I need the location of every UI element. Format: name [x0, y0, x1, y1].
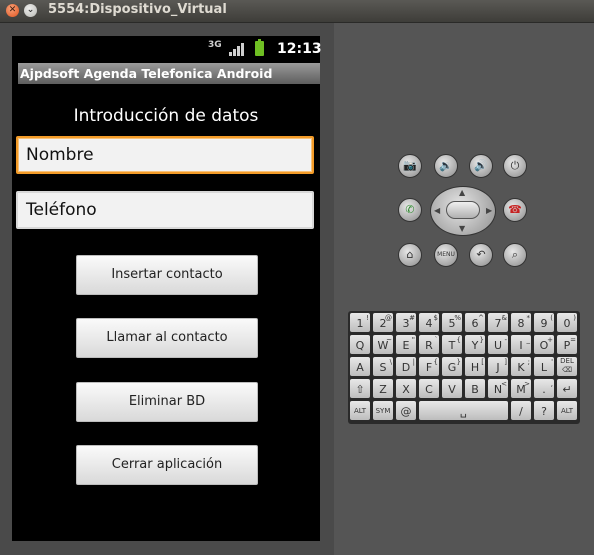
telefono-input[interactable]: Teléfono [16, 191, 314, 229]
close-window-button[interactable]: ✕ [6, 4, 19, 17]
camera-button[interactable]: 📷 [398, 154, 422, 178]
dpad-center-button[interactable] [446, 201, 480, 219]
key-s[interactable]: \ S [373, 357, 393, 376]
backspace-icon: ⌫ [562, 366, 572, 374]
key-question[interactable]: ? [534, 401, 554, 420]
intro-heading: Introducción de datos [73, 106, 259, 126]
key-space[interactable]: ␣ [419, 401, 508, 420]
home-icon: ⌂ [406, 248, 414, 261]
signal-strength-icon [229, 43, 244, 56]
power-icon: ⏻ [510, 159, 520, 172]
key-enter[interactable]: ↵ [557, 379, 577, 398]
key-n[interactable]: < N [488, 379, 508, 398]
end-call-icon: ☎ [508, 203, 522, 216]
window-titlebar: ✕ ⌄ 5554:Dispositivo_Virtual [0, 0, 594, 23]
key-period[interactable]: ,. [534, 379, 554, 398]
key-b[interactable]: B [465, 379, 485, 398]
key-a[interactable]: A [350, 357, 370, 376]
menu-label: MENU [437, 251, 455, 258]
key-slash[interactable]: / [511, 401, 531, 420]
battery-icon [255, 41, 264, 56]
key-c[interactable]: C [419, 379, 439, 398]
end-call-button[interactable]: ☎ [503, 198, 527, 222]
network-3g-icon: 3G [208, 40, 222, 50]
key-m[interactable]: > M [511, 379, 531, 398]
menu-button[interactable]: MENU [434, 243, 458, 267]
key-alt-right[interactable]: ALT [557, 401, 577, 420]
camera-icon: 📷 [403, 159, 417, 172]
phone-screen: 3G 12:13 Ajpdsoft Agenda Telefonica Andr… [12, 36, 322, 541]
key-alt-left[interactable]: ALT [350, 401, 370, 420]
key-g[interactable]: } G [442, 357, 462, 376]
back-icon: ↶ [476, 248, 486, 261]
dpad-down-icon: ▼ [459, 224, 466, 233]
search-button[interactable]: ⌕ [503, 243, 527, 267]
key-z[interactable]: Z [373, 379, 393, 398]
back-button[interactable]: ↶ [469, 243, 493, 267]
space-icon: ␣ [460, 405, 467, 418]
call-contact-button[interactable]: Llamar al contacto [76, 318, 258, 358]
home-button[interactable]: ⌂ [398, 243, 422, 267]
window-title: 5554:Dispositivo_Virtual [48, 2, 227, 17]
dpad-right-icon: ▶ [486, 206, 493, 215]
dpad-up-icon: ▲ [459, 188, 466, 197]
enter-icon: ↵ [562, 383, 572, 396]
key-p[interactable]: = P [557, 335, 577, 354]
key-1[interactable]: ! 1 [350, 313, 370, 332]
volume-up-button[interactable]: 🔊 [469, 154, 493, 178]
close-app-button[interactable]: Cerrar aplicación [76, 445, 258, 485]
volume-down-icon: 🔉 [439, 159, 453, 172]
volume-up-icon: 🔊 [474, 159, 488, 172]
key-sym[interactable]: SYM [373, 401, 393, 420]
call-button[interactable]: ✆ [398, 198, 422, 222]
key-q[interactable]: Q [350, 335, 370, 354]
shift-icon: ⇧ [355, 383, 365, 396]
key-f[interactable]: {F [419, 357, 439, 376]
key-del[interactable]: DEL ⌫ [557, 357, 577, 376]
device-controls-panel [334, 23, 594, 555]
key-at[interactable]: @ [396, 401, 416, 420]
minimize-window-button[interactable]: ⌄ [24, 4, 37, 17]
delete-db-button[interactable]: Eliminar BD [76, 382, 258, 422]
key-x[interactable]: X [396, 379, 416, 398]
key-shift[interactable]: ⇧ [350, 379, 370, 398]
app-title-bar: Ajpdsoft Agenda Telefonica Android [18, 63, 320, 84]
search-icon: ⌕ [511, 248, 519, 261]
key-h[interactable]: [H [465, 357, 485, 376]
key-d[interactable]: | D [396, 357, 416, 376]
volume-down-button[interactable]: 🔉 [434, 154, 458, 178]
status-bar: 3G 12:13 [12, 36, 322, 62]
key-v[interactable]: V [442, 379, 462, 398]
insert-contact-button[interactable]: Insertar contacto [76, 255, 258, 295]
dpad-left-icon: ◀ [434, 206, 441, 215]
phone-call-icon: ✆ [405, 203, 415, 216]
power-button[interactable]: ⏻ [503, 154, 527, 178]
status-clock: 12:13 [277, 41, 322, 57]
nombre-input[interactable]: Nombre [16, 136, 314, 174]
hardware-keyboard: ! 1 @2 #3 $4 % 5 ^ 6 & 7 * 8 (9 ) 0 Q ~ W " E ` R… [348, 311, 580, 424]
